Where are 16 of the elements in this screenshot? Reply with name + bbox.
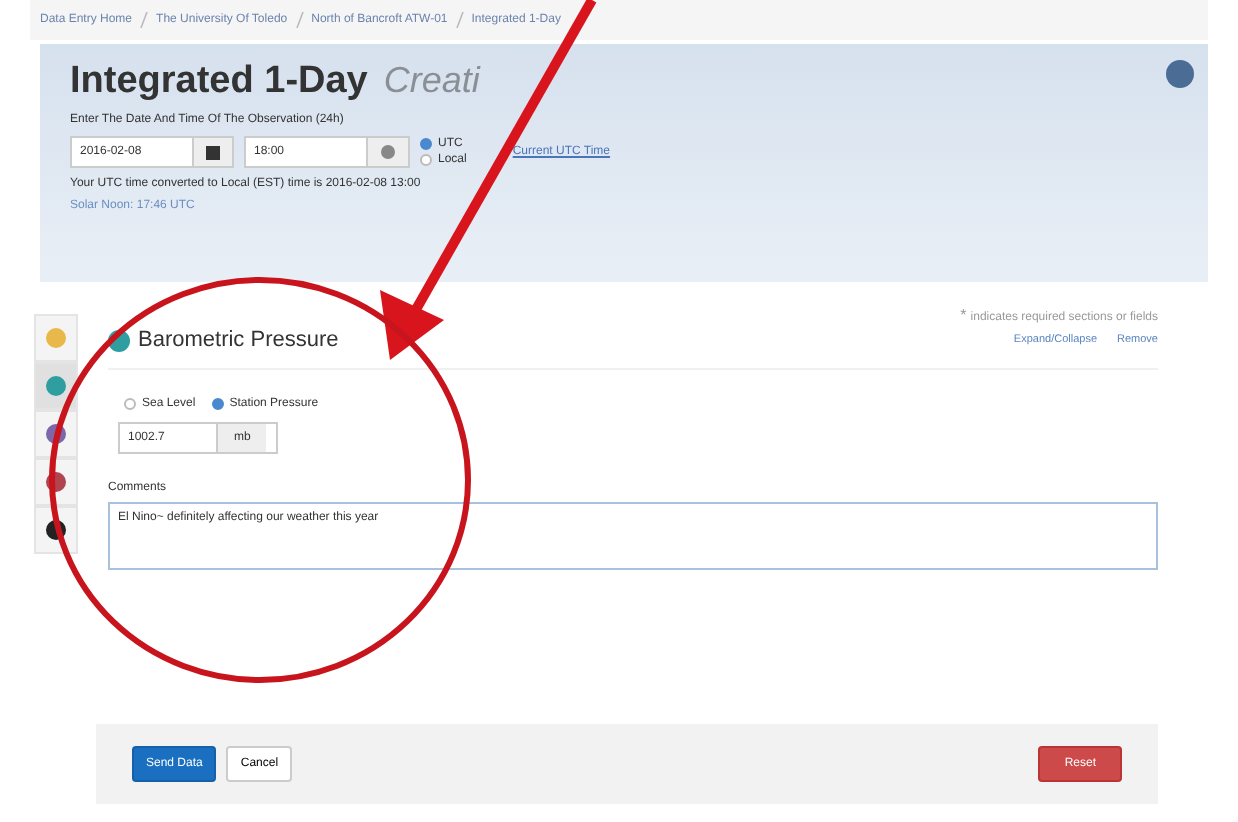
circle-icon xyxy=(46,520,66,540)
section-title: Barometric Pressure xyxy=(138,328,339,352)
help-icon[interactable] xyxy=(1166,60,1194,88)
circle-icon xyxy=(46,376,66,396)
circle-icon xyxy=(46,472,66,492)
calendar-icon xyxy=(206,145,220,159)
section-icon xyxy=(108,329,130,351)
clock-icon xyxy=(380,144,396,160)
required-mark: * xyxy=(960,306,967,324)
status-text: Creati xyxy=(383,60,480,102)
separator-icon xyxy=(455,12,464,28)
circle-icon xyxy=(46,424,66,444)
separator-icon xyxy=(295,12,304,28)
page-title: Integrated 1-Day xyxy=(70,60,368,104)
circle-icon xyxy=(46,328,66,348)
separator-icon xyxy=(140,12,149,28)
